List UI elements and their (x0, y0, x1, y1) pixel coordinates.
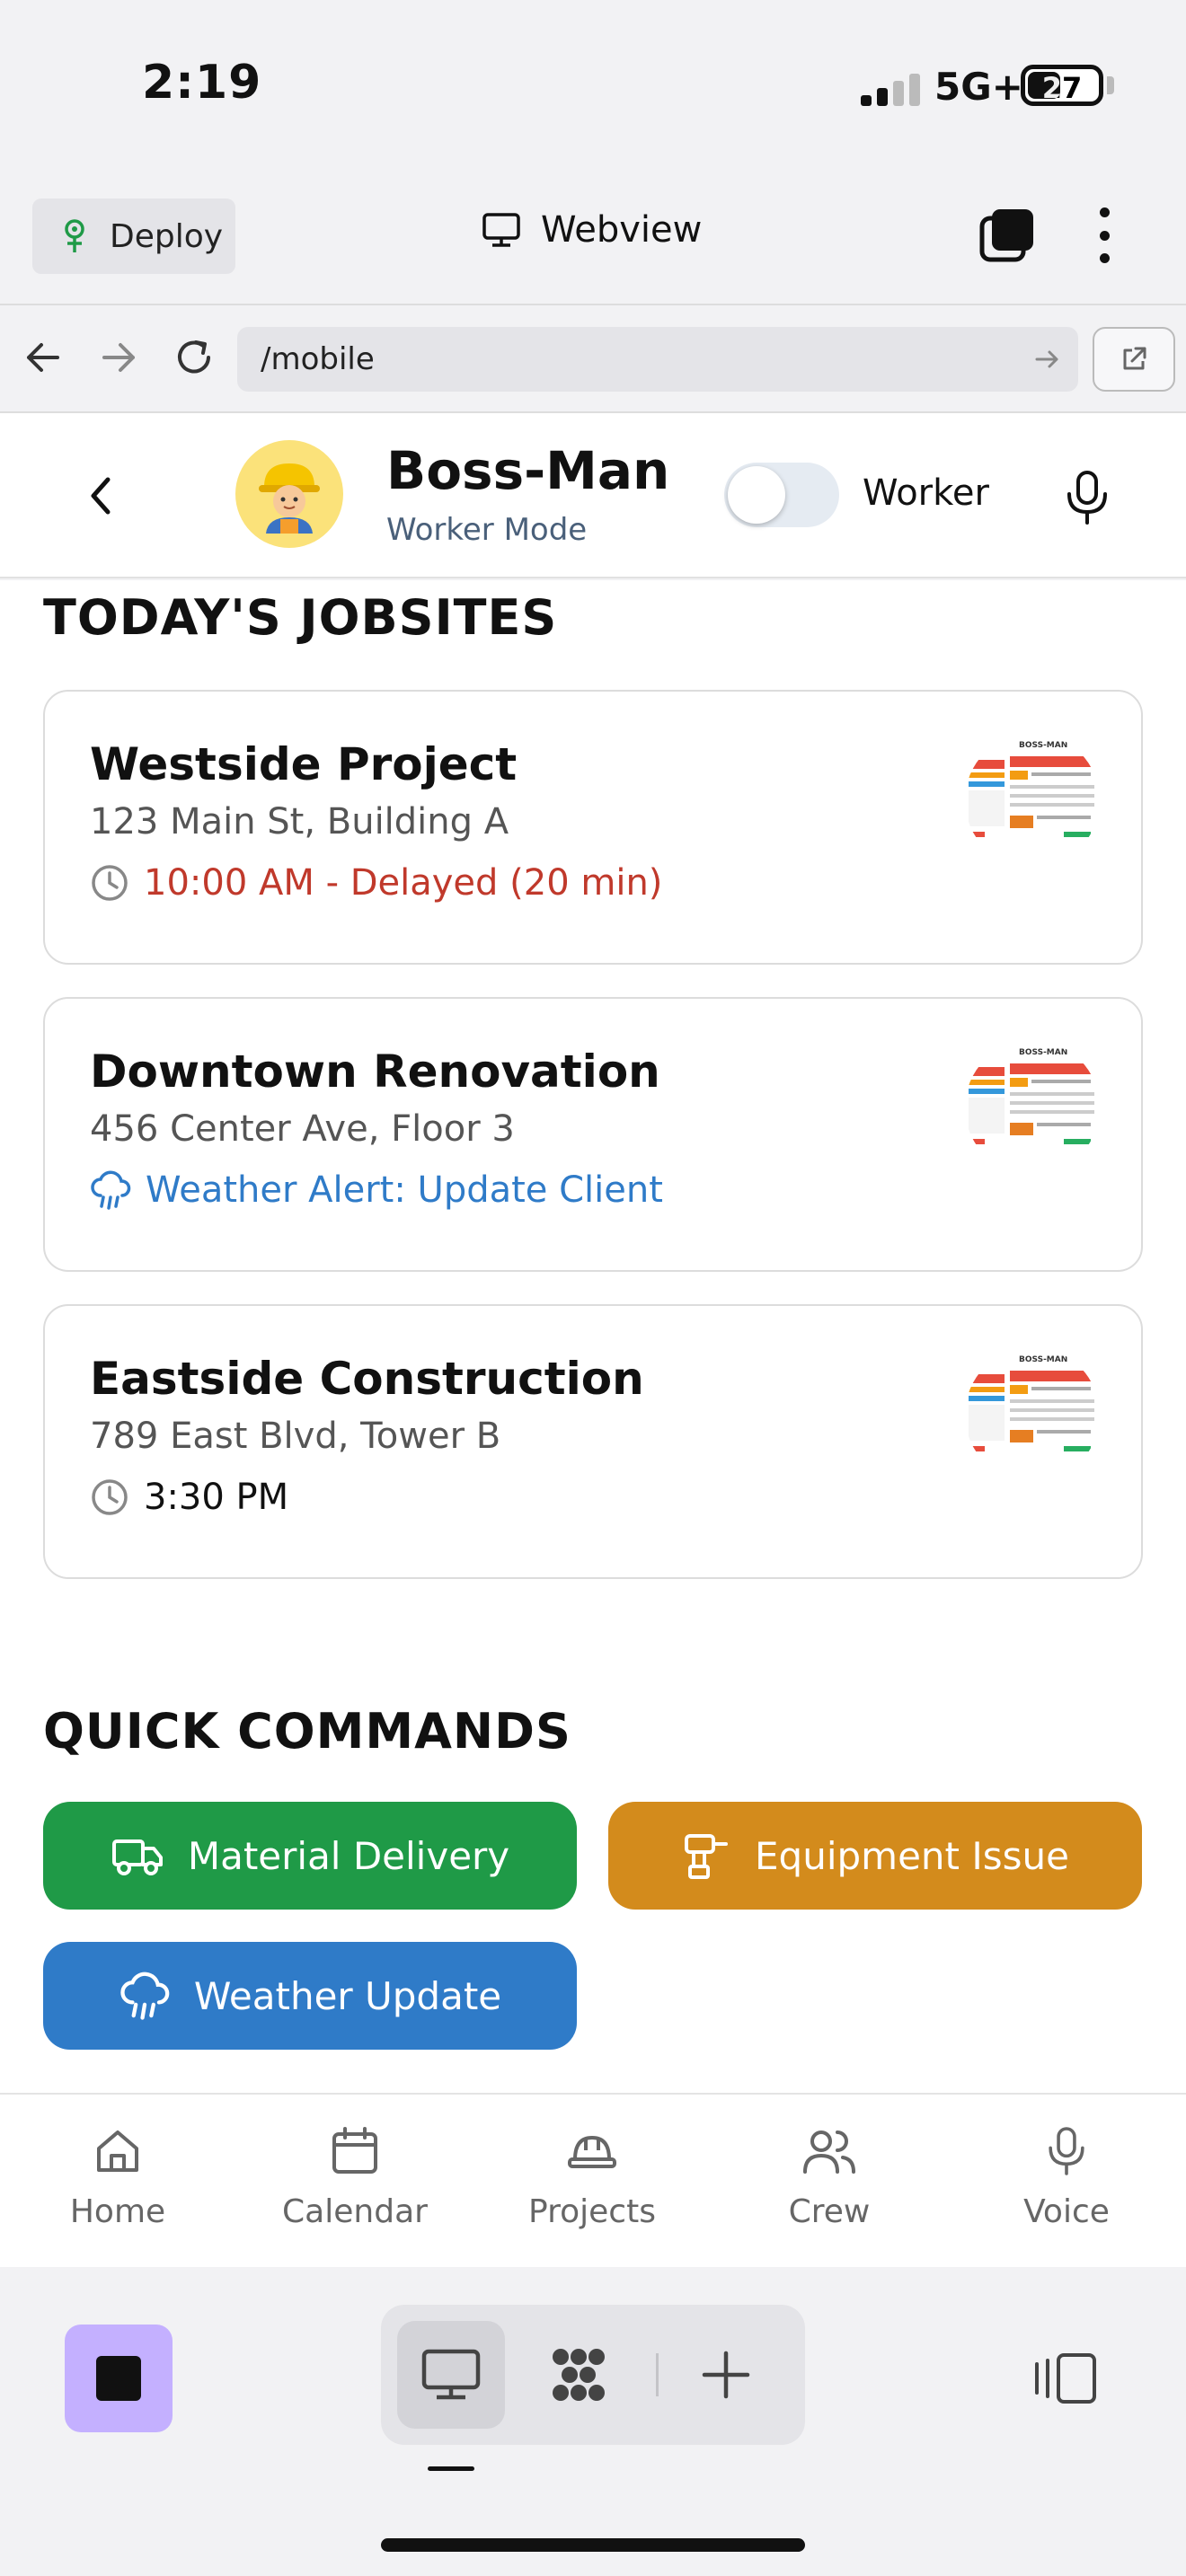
hardhat-icon (568, 2135, 616, 2168)
jobsite-name: Eastside Construction (90, 1353, 644, 1405)
go-arrow-icon[interactable] (1031, 343, 1064, 375)
material-delivery-label: Material Delivery (187, 1833, 510, 1878)
nav-item-calendar[interactable]: Calendar (265, 2125, 445, 2230)
apps-grid-icon[interactable] (548, 2344, 609, 2405)
equipment-issue-label: Equipment Issue (755, 1833, 1069, 1878)
mic-icon (1049, 2127, 1084, 2175)
app-header: Boss-Man Worker Mode Worker (0, 413, 1186, 578)
webview-label: Webview (541, 209, 703, 251)
nav-item-voice[interactable]: Voice (977, 2125, 1156, 2230)
jobsite-card[interactable]: Eastside Construction 789 East Blvd, Tow… (43, 1304, 1143, 1579)
bottom-nav: Home Calendar Projects Crew Voice (0, 2093, 1186, 2267)
jobsite-status-text: Weather Alert: Update Client (146, 1169, 663, 1211)
active-indicator (428, 2466, 474, 2471)
worker-mode-toggle[interactable] (724, 463, 839, 527)
status-bar: 2:19 5G+ 27 (0, 0, 1186, 175)
view-switcher (381, 2305, 805, 2445)
toggle-label: Worker (863, 472, 989, 514)
webview-tab[interactable]: Webview (482, 209, 702, 251)
open-external-button[interactable] (1093, 327, 1175, 392)
jobsite-address: 456 Center Ave, Floor 3 (90, 1108, 515, 1150)
plus-icon[interactable] (695, 2344, 757, 2405)
signal-icon (861, 74, 922, 106)
tabs-icon[interactable] (979, 207, 1035, 263)
monitor-icon (482, 213, 520, 247)
jobsite-name: Westside Project (90, 738, 518, 790)
forward-arrow-icon[interactable] (93, 332, 144, 383)
jobsite-status: Weather Alert: Update Client (90, 1169, 663, 1211)
jobsite-thumbnail: BOSS-MAN (965, 1347, 1100, 1482)
jobsite-card[interactable]: Downtown Renovation 456 Center Ave, Floo… (43, 997, 1143, 1272)
url-bar (0, 305, 1186, 413)
thumb-title: BOSS-MAN (1019, 1355, 1067, 1364)
mic-icon[interactable] (1062, 469, 1112, 526)
chevron-left-icon[interactable] (77, 469, 120, 523)
jobsite-thumbnail: BOSS-MAN (965, 1040, 1100, 1175)
truck-icon (111, 1839, 163, 1875)
home-indicator[interactable] (381, 2538, 805, 2552)
monitor-icon (421, 2349, 481, 2400)
jobsite-status: 3:30 PM (90, 1477, 288, 1518)
app-subtitle: Worker Mode (386, 512, 588, 548)
jobsite-address: 789 East Blvd, Tower B (90, 1416, 501, 1457)
jobsite-status-text: 10:00 AM - Delayed (20 min) (144, 862, 663, 904)
users-icon (803, 2130, 855, 2174)
jobsite-card[interactable]: Westside Project 123 Main St, Building A… (43, 690, 1143, 965)
weather-update-label: Weather Update (193, 1973, 502, 2018)
avatar (235, 440, 343, 548)
main-content: TODAY'S JOBSITES Westside Project 123 Ma… (0, 580, 1186, 2093)
toggle-knob (728, 466, 785, 524)
deploy-button[interactable]: Deploy (32, 198, 235, 274)
toolbar-divider (656, 2353, 659, 2396)
app-bar: Deploy Webview (0, 175, 1186, 305)
battery-icon: 27 (1021, 65, 1103, 106)
jobsites-title: TODAY'S JOBSITES (43, 589, 558, 646)
nav-item-home[interactable]: Home (28, 2125, 208, 2230)
jobsite-address: 123 Main St, Building A (90, 801, 509, 842)
thumb-title: BOSS-MAN (1019, 741, 1067, 750)
thumb-title: BOSS-MAN (1019, 1048, 1067, 1057)
nav-label-home: Home (69, 2193, 166, 2230)
jobsite-name: Downtown Renovation (90, 1045, 660, 1098)
reload-icon[interactable] (169, 332, 219, 383)
clock-icon (92, 865, 128, 901)
battery-level: 27 (1041, 71, 1083, 105)
stop-icon (96, 2356, 141, 2401)
jobsite-status-text: 3:30 PM (144, 1477, 289, 1518)
weather-update-button[interactable]: Weather Update (43, 1942, 577, 2050)
stop-button[interactable] (65, 2325, 173, 2432)
jobsite-status: 10:00 AM - Delayed (20 min) (90, 862, 662, 904)
cloud-rain-icon (91, 1170, 131, 1210)
battery-nub (1107, 76, 1114, 94)
nav-label-crew: Crew (788, 2193, 871, 2230)
nav-item-projects[interactable]: Projects (502, 2125, 682, 2230)
quick-commands-title: QUICK COMMANDS (43, 1703, 571, 1760)
clock-icon (92, 1479, 128, 1515)
calendar-icon (332, 2127, 377, 2174)
material-delivery-button[interactable]: Material Delivery (43, 1802, 577, 1910)
status-time: 2:19 (142, 56, 262, 110)
more-options-icon[interactable] (1093, 207, 1116, 263)
back-arrow-icon[interactable] (18, 332, 68, 383)
network-label: 5G+ (934, 65, 1023, 109)
construction-worker-icon (259, 463, 320, 534)
jobsite-thumbnail: BOSS-MAN (965, 733, 1100, 868)
webview-view-button[interactable] (397, 2321, 505, 2429)
external-link-icon (1123, 347, 1146, 370)
nav-label-voice: Voice (1023, 2193, 1110, 2230)
nav-item-crew[interactable]: Crew (739, 2125, 919, 2230)
deploy-label: Deploy (110, 217, 224, 255)
home-icon (97, 2130, 138, 2172)
cloud-rain-icon (120, 1972, 170, 2020)
url-input[interactable] (237, 327, 1078, 392)
panel-toggle-icon[interactable] (1033, 2351, 1098, 2405)
equipment-issue-button[interactable]: Equipment Issue (608, 1802, 1142, 1910)
deploy-icon (65, 219, 84, 252)
nav-label-projects: Projects (528, 2193, 656, 2230)
nav-label-calendar: Calendar (282, 2193, 428, 2230)
drill-icon (685, 1834, 729, 1879)
editor-toolbar (0, 2267, 1186, 2576)
app-title: Boss-Man (386, 440, 670, 501)
